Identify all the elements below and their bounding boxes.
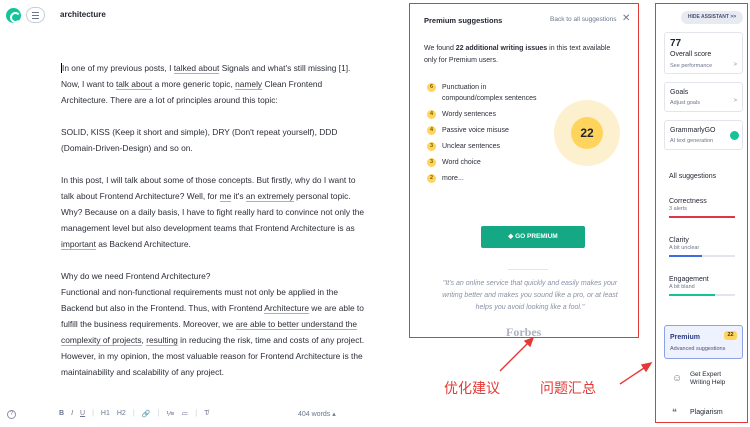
expert-person-icon: ☺ — [672, 373, 683, 384]
grammarlygo-bulb-icon — [730, 131, 739, 140]
annotation-arrows — [499, 336, 653, 385]
category-bar-fill — [669, 294, 716, 296]
hide-assistant-button[interactable]: HIDE ASSISTANT >> — [681, 11, 743, 24]
category-bar-fill — [669, 216, 735, 218]
quote-marks-icon: ❝ — [672, 407, 677, 417]
category-bar — [669, 216, 735, 218]
overall-score-value: 77 — [670, 38, 682, 49]
grammarlygo-card[interactable]: GrammarlyGO AI text generation — [664, 120, 743, 150]
category-bar — [669, 255, 735, 257]
category-bar-fill — [669, 255, 702, 257]
arrow-head — [640, 361, 653, 373]
arrow-to-rail — [619, 365, 648, 385]
overall-score-title: Overall score — [670, 51, 712, 58]
chevron-right-icon: > — [733, 62, 737, 68]
arrow-to-panel — [499, 340, 531, 372]
goals-card[interactable]: Goals Adjust goals > — [664, 82, 743, 112]
category-correctness[interactable]: Correctness 3 alerts — [669, 198, 735, 218]
annotation-label-summary: 问题汇总 — [540, 380, 596, 396]
goals-subtitle: Adjust goals — [670, 100, 700, 106]
overall-score-card[interactable]: 77 Overall score See performance > — [664, 32, 743, 74]
annotation-label-optimization: 优化建议 — [444, 380, 500, 396]
grammarlygo-subtitle: AI text generation — [670, 138, 714, 144]
plagiarism-label: Plagiarism — [690, 409, 723, 416]
premium-title: Premium — [670, 334, 700, 341]
premium-subtitle: Advanced suggestions — [670, 346, 726, 352]
grammarlygo-title: GrammarlyGO — [670, 127, 716, 134]
assistant-sidebar: HIDE ASSISTANT >> 77 Overall score See p… — [655, 3, 748, 423]
premium-card[interactable]: 22 Premium Advanced suggestions — [664, 325, 743, 359]
chevron-right-icon: > — [733, 98, 737, 104]
all-suggestions-header[interactable]: All suggestions — [669, 173, 716, 180]
premium-count-badge: 22 — [724, 331, 737, 340]
plagiarism-item[interactable]: ❝ Plagiarism — [664, 404, 743, 422]
category-bar — [669, 294, 735, 296]
expert-help-item[interactable]: ☺ Get Expert Writing Help — [664, 366, 743, 396]
goals-title: Goals — [670, 89, 689, 96]
category-clarity[interactable]: Clarity A bit unclear — [669, 237, 735, 257]
expert-help-label: Get Expert Writing Help — [690, 371, 726, 386]
see-performance-link: See performance — [670, 63, 713, 69]
category-engagement[interactable]: Engagement A bit bland — [669, 276, 735, 296]
